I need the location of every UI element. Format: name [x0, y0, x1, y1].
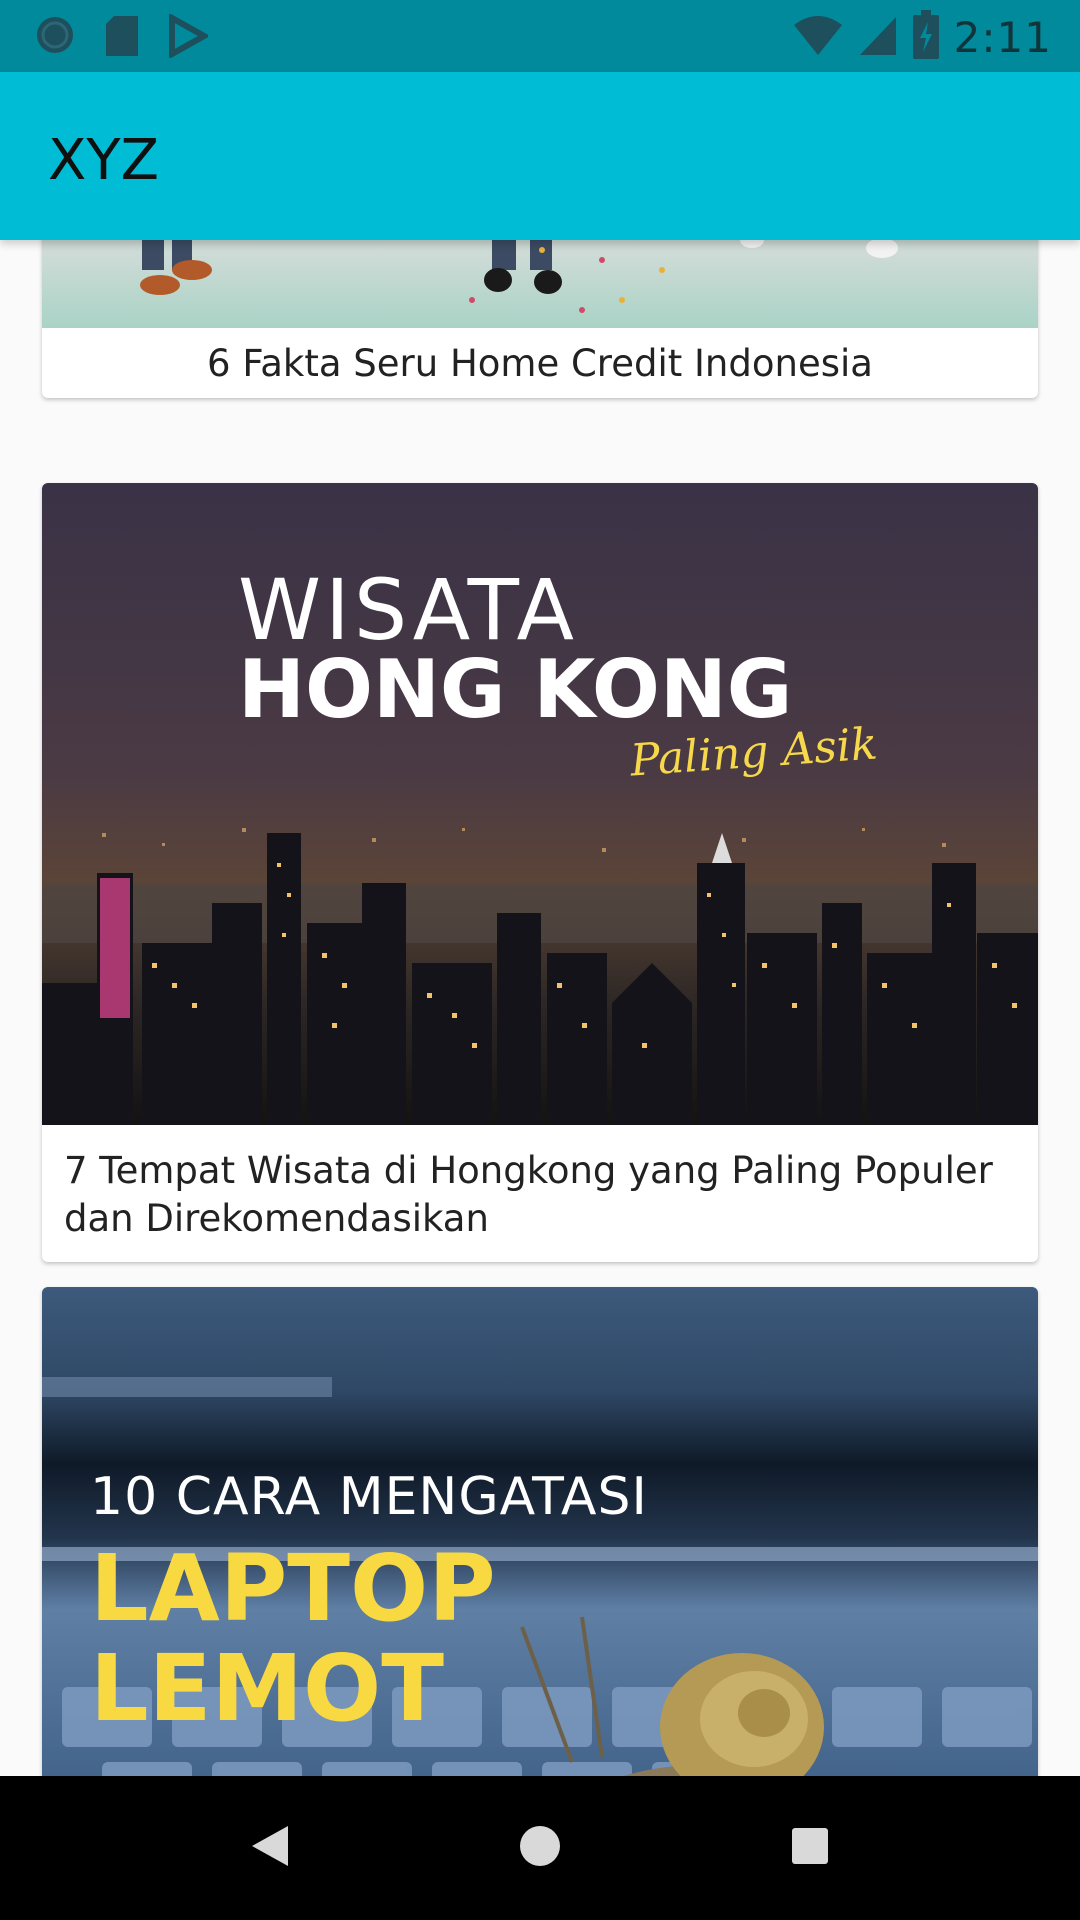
signal-icon [858, 13, 898, 61]
article-title: 6 Fakta Seru Home Credit Indonesia [207, 342, 873, 385]
recents-icon [790, 1826, 830, 1870]
wifi-icon [792, 13, 844, 61]
app-title: XYZ [48, 128, 159, 193]
back-button[interactable] [198, 1776, 342, 1920]
image-text-line3: LEMOT [90, 1635, 444, 1742]
article-image: WISATA HONG KONG Paling Asik [42, 483, 1038, 1125]
article-card[interactable]: 6 Fakta Seru Home Credit Indonesia [42, 240, 1038, 398]
image-text-line1: 10 CARA MENGATASI [90, 1467, 648, 1527]
play-store-icon [168, 12, 211, 62]
battery-charging-icon [912, 10, 940, 64]
article-image: 10 CARA MENGATASI LAPTOP LEMOT [42, 1287, 1038, 1776]
status-bar: 2:11 [0, 0, 1080, 72]
recents-button[interactable] [738, 1776, 882, 1920]
home-button[interactable] [468, 1776, 612, 1920]
article-feed[interactable]: 6 Fakta Seru Home Credit Indonesia WISAT… [0, 240, 1080, 1776]
article-card[interactable]: 10 CARA MENGATASI LAPTOP LEMOT [42, 1287, 1038, 1776]
image-text-line2: HONG KONG [238, 643, 793, 736]
article-image [42, 240, 1038, 328]
status-time: 2:11 [953, 12, 1052, 62]
article-card[interactable]: WISATA HONG KONG Paling Asik 7 Tempat Wi… [42, 483, 1038, 1262]
article-title: 7 Tempat Wisata di Hongkong yang Paling … [64, 1149, 993, 1240]
app-bar: XYZ [0, 72, 1080, 240]
sync-icon [34, 14, 76, 62]
navigation-bar [0, 1776, 1080, 1920]
sd-card-icon [104, 14, 140, 62]
home-icon [518, 1824, 562, 1872]
back-icon [248, 1822, 292, 1874]
image-text-line2: LAPTOP [90, 1535, 496, 1642]
